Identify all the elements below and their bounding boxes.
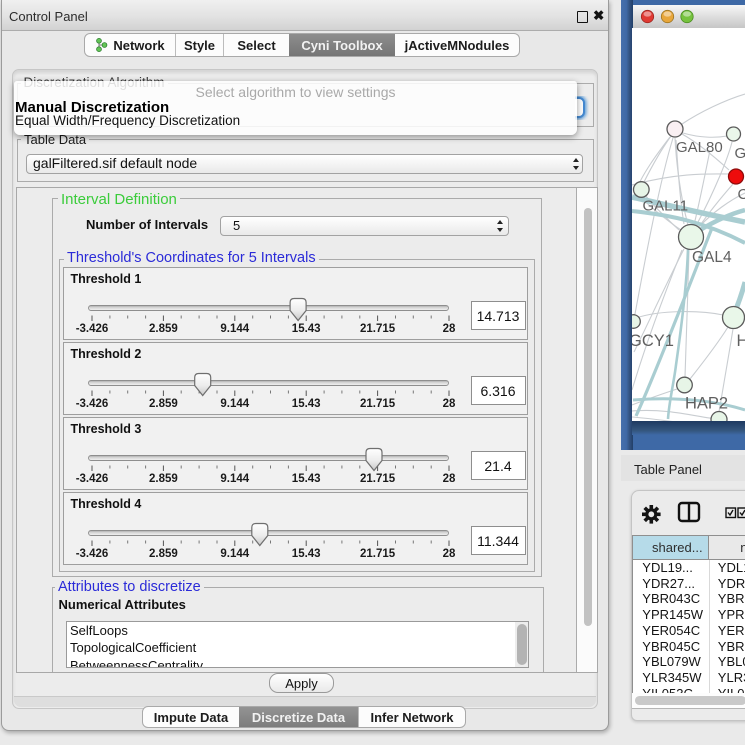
svg-text:GAL4: GAL4	[692, 249, 732, 266]
svg-text:-3.426: -3.426	[75, 323, 108, 335]
svg-text:GAL11: GAL11	[643, 198, 689, 215]
svg-text:2.859: 2.859	[149, 398, 178, 410]
svg-text:28: 28	[442, 473, 455, 485]
svg-text:9.144: 9.144	[220, 323, 249, 335]
svg-text:-3.426: -3.426	[75, 473, 108, 485]
svg-text:15.43: 15.43	[291, 548, 320, 560]
svg-text:28: 28	[442, 398, 455, 410]
svg-text:GAL80: GAL80	[676, 139, 723, 156]
svg-text:2.859: 2.859	[149, 473, 178, 485]
svg-text:9.144: 9.144	[220, 398, 249, 410]
svg-text:21.715: 21.715	[360, 548, 396, 560]
svg-text:2.859: 2.859	[149, 548, 178, 560]
svg-text:HAP2: HAP2	[685, 395, 728, 413]
svg-text:21.715: 21.715	[360, 398, 396, 410]
svg-text:9.144: 9.144	[220, 548, 249, 560]
svg-text:2.859: 2.859	[149, 323, 178, 335]
svg-text:GA: GA	[735, 145, 745, 162]
svg-text:9.144: 9.144	[220, 473, 249, 485]
svg-text:21.715: 21.715	[360, 473, 396, 485]
svg-text:15.43: 15.43	[291, 323, 320, 335]
svg-text:H: H	[737, 332, 745, 350]
svg-text:28: 28	[442, 323, 455, 335]
svg-text:-3.426: -3.426	[75, 548, 108, 560]
svg-text:C: C	[738, 186, 745, 203]
svg-text:GCY1: GCY1	[632, 332, 674, 350]
svg-text:15.43: 15.43	[291, 473, 320, 485]
svg-text:28: 28	[442, 548, 455, 560]
svg-text:-3.426: -3.426	[75, 398, 108, 410]
svg-text:21.715: 21.715	[360, 323, 396, 335]
svg-text:15.43: 15.43	[291, 398, 320, 410]
